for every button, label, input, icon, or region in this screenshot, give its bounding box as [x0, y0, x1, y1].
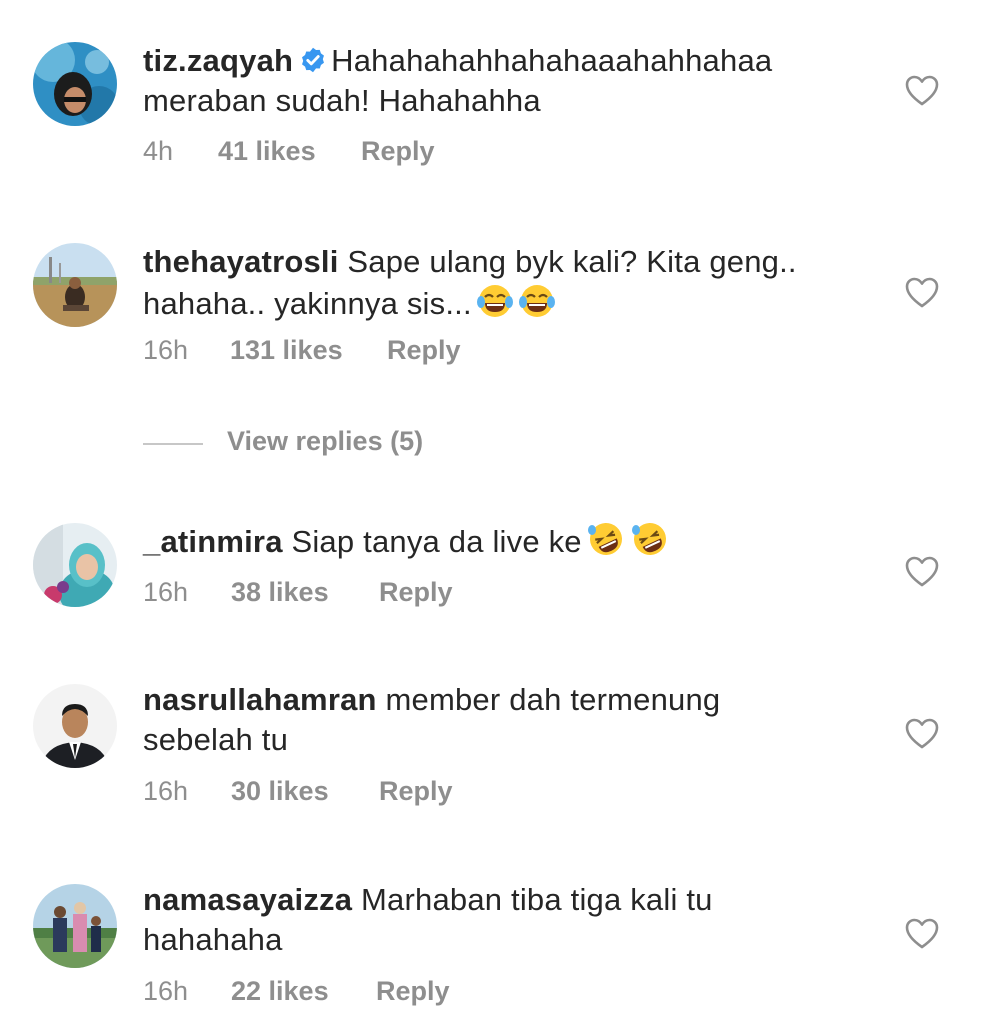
- comment-meta: 4h 41 likes Reply: [143, 136, 435, 167]
- comment-text: tiz.zaqyah Hahahahahhahahaaahahhahaa mera…: [143, 41, 863, 121]
- comment-text: nasrullahamran member dah termenung sebe…: [143, 680, 863, 760]
- comment-item: _atinmira Siap tanya da live ke 16h 38 li…: [0, 510, 997, 630]
- heart-icon[interactable]: [905, 277, 939, 308]
- comment-item: namasayaizza Marhaban tiba tiga kali tu …: [0, 870, 997, 1024]
- heart-icon[interactable]: [905, 718, 939, 749]
- comment-body: Siap tanya da live ke: [291, 524, 582, 559]
- avatar[interactable]: [33, 884, 117, 968]
- timestamp: 16h: [143, 577, 189, 607]
- likes-count[interactable]: 41 likes: [218, 136, 361, 167]
- comment-text: namasayaizza Marhaban tiba tiga kali tu …: [143, 880, 863, 960]
- heart-icon[interactable]: [905, 75, 939, 106]
- timestamp: 16h: [143, 976, 189, 1006]
- reply-button[interactable]: Reply: [387, 335, 461, 366]
- likes-count[interactable]: 30 likes: [231, 776, 379, 807]
- comment-item: thehayatrosli Sape ulang byk kali? Kita …: [0, 230, 997, 390]
- comment-body: Marhaban tiba tiga kali tu: [361, 882, 713, 917]
- username[interactable]: namasayaizza: [143, 882, 352, 917]
- likes-count[interactable]: 22 likes: [231, 976, 376, 1007]
- username[interactable]: tiz.zaqyah: [143, 43, 293, 78]
- comment-meta: 16h 38 likes Reply: [143, 577, 453, 608]
- tears-of-joy-emoji: [476, 285, 513, 317]
- comment-meta: 16h 22 likes Reply: [143, 976, 450, 1007]
- username[interactable]: _atinmira: [143, 524, 283, 559]
- comment-body: member dah termenung: [385, 682, 721, 717]
- avatar[interactable]: [33, 243, 117, 327]
- comment-text: thehayatrosli Sape ulang byk kali? Kita …: [143, 242, 863, 324]
- timestamp: 4h: [143, 136, 174, 166]
- avatar[interactable]: [33, 523, 117, 607]
- reply-button[interactable]: Reply: [379, 776, 453, 807]
- view-replies-button[interactable]: View replies (5): [227, 426, 423, 457]
- avatar[interactable]: [33, 42, 117, 126]
- comment-item: nasrullahamran member dah termenung sebe…: [0, 670, 997, 830]
- comment-meta: 16h 131 likes Reply: [143, 335, 461, 366]
- likes-count[interactable]: 131 likes: [230, 335, 387, 366]
- tears-of-joy-emoji: [518, 285, 555, 317]
- comment-body-line2: hahahaha: [143, 922, 283, 957]
- comment-body-line2: sebelah tu: [143, 722, 289, 757]
- comment-body: Hahahahahhahahaaahahhahaa: [331, 43, 773, 78]
- timestamp: 16h: [143, 776, 189, 806]
- view-replies-divider: [143, 443, 203, 445]
- timestamp: 16h: [143, 335, 189, 365]
- comment-text: _atinmira Siap tanya da live ke: [143, 520, 863, 562]
- likes-count[interactable]: 38 likes: [231, 577, 379, 608]
- heart-icon[interactable]: [905, 918, 939, 949]
- reply-button[interactable]: Reply: [361, 136, 435, 167]
- comment-item: tiz.zaqyah Hahahahahhahahaaahahhahaa mera…: [0, 0, 997, 200]
- comment-body-line2: meraban sudah! Hahahahha: [143, 83, 541, 118]
- rolling-laughing-emoji: [631, 523, 666, 555]
- heart-icon[interactable]: [905, 556, 939, 587]
- reply-button[interactable]: Reply: [379, 577, 453, 608]
- comment-meta: 16h 30 likes Reply: [143, 776, 453, 807]
- verified-badge-icon: [302, 47, 325, 73]
- comment-body: Sape ulang byk kali? Kita geng..: [347, 244, 797, 279]
- reply-button[interactable]: Reply: [376, 976, 450, 1007]
- rolling-laughing-emoji: [587, 523, 622, 555]
- username[interactable]: nasrullahamran: [143, 682, 377, 717]
- username[interactable]: thehayatrosli: [143, 244, 339, 279]
- comment-body-line2: hahaha.. yakinnya sis...: [143, 286, 472, 321]
- avatar[interactable]: [33, 684, 117, 768]
